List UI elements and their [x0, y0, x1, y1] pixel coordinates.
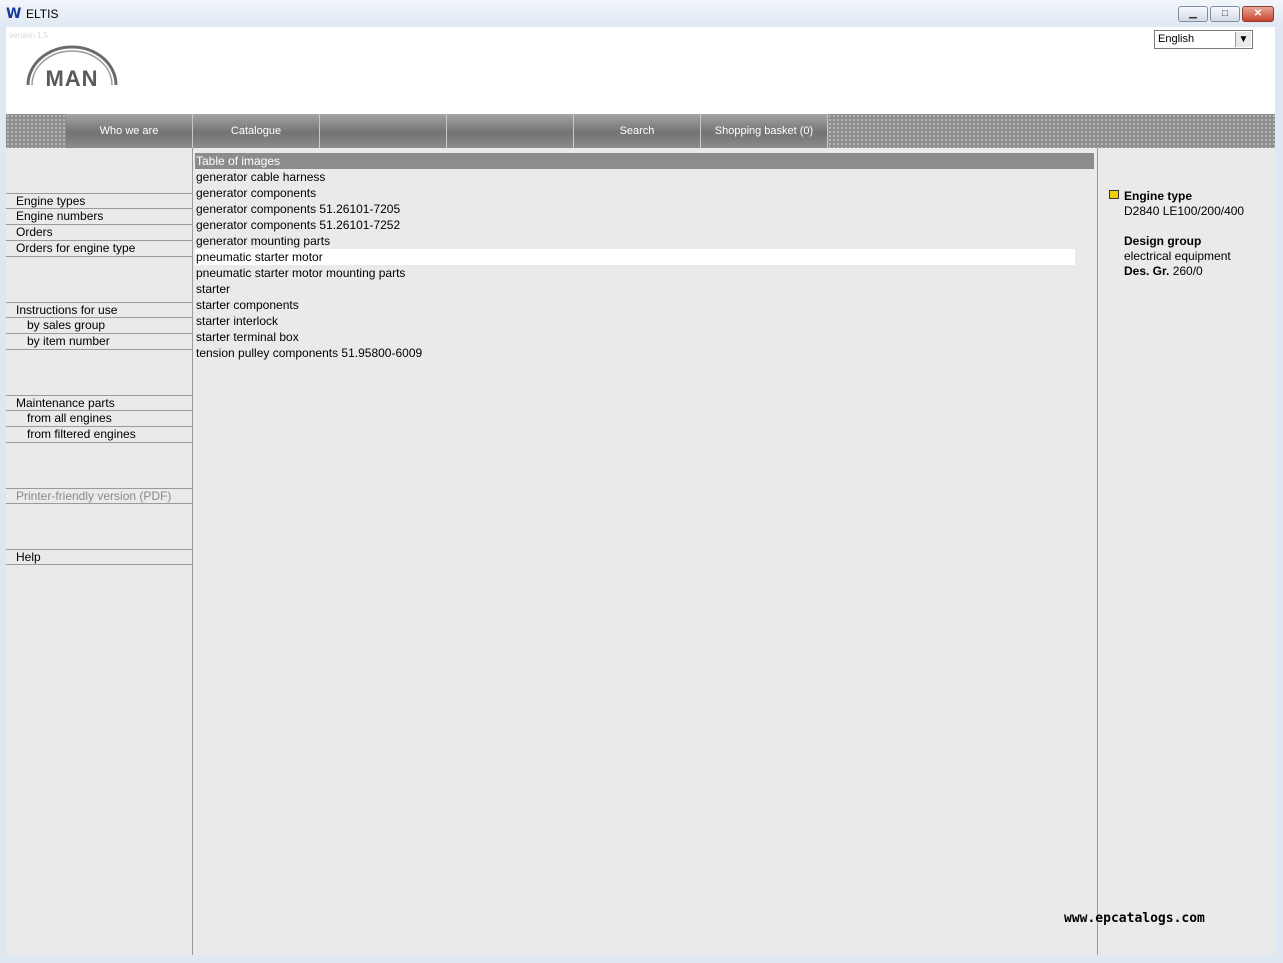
- des-gr-line: Des. Gr. 260/0: [1124, 264, 1203, 278]
- sidebar-item-engine-types[interactable]: Engine types: [6, 193, 192, 209]
- window-right-border: [1275, 27, 1283, 955]
- arrow-icon: [1109, 190, 1119, 199]
- list-item[interactable]: tension pulley components 51.95800-6009: [195, 345, 422, 361]
- list-header: Table of images: [195, 153, 1094, 169]
- sidebar-item-help[interactable]: Help: [6, 549, 192, 565]
- watermark: www.epcatalogs.com: [1064, 911, 1205, 926]
- list-item[interactable]: pneumatic starter motor: [195, 249, 1075, 265]
- design-group-value: electrical equipment: [1124, 249, 1231, 263]
- maximize-button[interactable]: □: [1210, 6, 1240, 22]
- sidebar-item-printer-friendly: Printer-friendly version (PDF): [6, 488, 192, 504]
- nav-decoration-left: [6, 114, 66, 148]
- brand-text: MAN: [45, 66, 98, 89]
- engine-type-label: Engine type: [1124, 189, 1193, 203]
- sidebar-item-from-filtered-engines[interactable]: from filtered engines: [6, 427, 192, 443]
- nav-empty-2: [446, 114, 573, 148]
- page-header: version 1.5 MAN English ▼: [6, 27, 1275, 114]
- sidebar-item-by-sales-group[interactable]: by sales group: [6, 318, 192, 334]
- list-item[interactable]: starter components: [195, 297, 299, 313]
- nav-catalogue[interactable]: Catalogue: [192, 114, 319, 148]
- list-item[interactable]: starter interlock: [195, 313, 278, 329]
- nav-search[interactable]: Search: [573, 114, 700, 148]
- app-icon: W: [6, 6, 22, 22]
- close-button[interactable]: ✕: [1242, 6, 1274, 22]
- sidebar-item-by-item-number[interactable]: by item number: [6, 334, 192, 350]
- des-gr-value: 260/0: [1172, 264, 1203, 278]
- window-bottom-border: [0, 955, 1283, 963]
- client-area: version 1.5 MAN English ▼ Who we are Cat…: [6, 27, 1275, 955]
- nav-empty-1: [319, 114, 446, 148]
- nav-shopping-basket[interactable]: Shopping basket (0): [700, 114, 827, 148]
- list-item[interactable]: generator cable harness: [195, 169, 325, 185]
- engine-type-value: D2840 LE100/200/400: [1124, 204, 1245, 218]
- list-item[interactable]: generator components: [195, 185, 316, 201]
- info-panel: Engine type D2840 LE100/200/400 Design g…: [1098, 148, 1275, 955]
- chevron-down-icon[interactable]: ▼: [1235, 32, 1251, 47]
- nav-who-we-are[interactable]: Who we are: [66, 114, 192, 148]
- list-item[interactable]: starter: [195, 281, 230, 297]
- nav-decoration-right: [827, 114, 1275, 148]
- sidebar-item-from-all-engines[interactable]: from all engines: [6, 411, 192, 427]
- language-select[interactable]: English ▼: [1154, 30, 1253, 49]
- list-item[interactable]: generator components 51.26101-7205: [195, 201, 400, 217]
- image-list-panel: Table of images generator cable harness g…: [193, 148, 1098, 955]
- list-item[interactable]: generator mounting parts: [195, 233, 330, 249]
- sidebar: Engine types Engine numbers Orders Order…: [6, 148, 193, 955]
- title-bar: W ELTIS ▁ □ ✕: [0, 0, 1283, 27]
- sidebar-item-maintenance[interactable]: Maintenance parts: [6, 395, 192, 411]
- minimize-button[interactable]: ▁: [1178, 6, 1208, 22]
- window-title: ELTIS: [26, 7, 59, 21]
- language-value: English: [1158, 33, 1195, 45]
- man-logo: MAN: [22, 37, 122, 91]
- sidebar-item-orders-engine-type[interactable]: Orders for engine type: [6, 241, 192, 257]
- sidebar-item-engine-numbers[interactable]: Engine numbers: [6, 209, 192, 225]
- list-item[interactable]: starter terminal box: [195, 329, 299, 345]
- sidebar-item-instructions[interactable]: Instructions for use: [6, 302, 192, 318]
- des-gr-label: Des. Gr.: [1124, 264, 1170, 278]
- list-item[interactable]: generator components 51.26101-7252: [195, 217, 400, 233]
- main-nav: Who we are Catalogue Search Shopping bas…: [6, 114, 1275, 148]
- design-group-label: Design group: [1124, 234, 1202, 248]
- list-item[interactable]: pneumatic starter motor mounting parts: [195, 265, 405, 281]
- sidebar-item-orders[interactable]: Orders: [6, 225, 192, 241]
